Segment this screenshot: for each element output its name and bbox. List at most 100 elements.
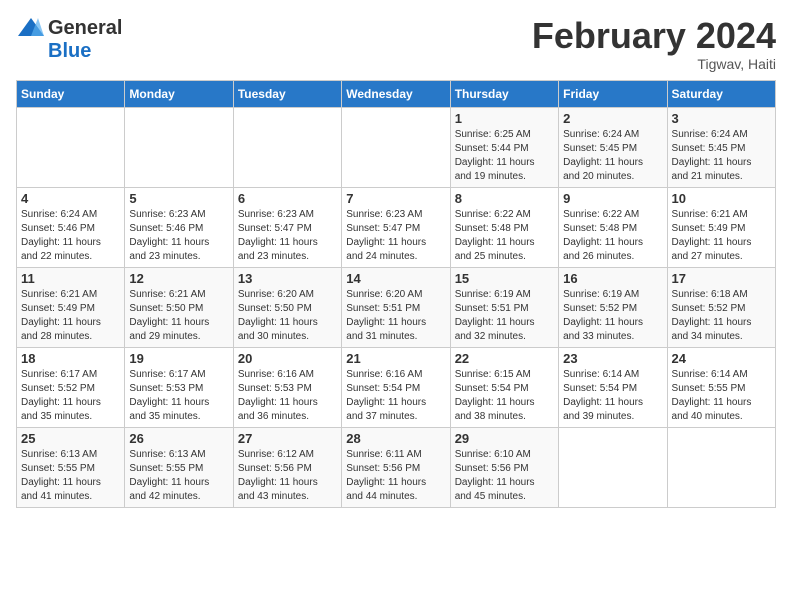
day-info: Sunrise: 6:21 AM Sunset: 5:50 PM Dayligh… xyxy=(129,288,228,344)
day-number: 26 xyxy=(129,431,228,446)
calendar-cell xyxy=(342,107,450,187)
calendar-cell: 16 Sunrise: 6:19 AM Sunset: 5:52 PM Dayli… xyxy=(559,267,667,347)
day-number: 13 xyxy=(238,271,337,286)
calendar-cell: 9 Sunrise: 6:22 AM Sunset: 5:48 PM Daylig… xyxy=(559,187,667,267)
day-number: 5 xyxy=(129,191,228,206)
day-number: 17 xyxy=(672,271,771,286)
day-number: 11 xyxy=(21,271,120,286)
calendar-cell xyxy=(667,427,775,507)
day-number: 10 xyxy=(672,191,771,206)
calendar-cell: 2 Sunrise: 6:24 AM Sunset: 5:45 PM Daylig… xyxy=(559,107,667,187)
day-number: 7 xyxy=(346,191,445,206)
day-info: Sunrise: 6:14 AM Sunset: 5:55 PM Dayligh… xyxy=(672,368,771,424)
calendar-cell: 6Sunrise: 6:23 AM Sunset: 5:47 PM Daylig… xyxy=(233,187,341,267)
calendar-cell: 18 Sunrise: 6:17 AM Sunset: 5:52 PM Dayli… xyxy=(17,347,125,427)
day-info: Sunrise: 6:22 AM Sunset: 5:48 PM Dayligh… xyxy=(563,208,662,264)
day-number: 20 xyxy=(238,351,337,366)
day-info: Sunrise: 6:20 AM Sunset: 5:51 PM Dayligh… xyxy=(346,288,445,344)
day-info: Sunrise: 6:17 AM Sunset: 5:52 PM Dayligh… xyxy=(21,368,120,424)
calendar-cell: 26 Sunrise: 6:13 AM Sunset: 5:55 PM Dayli… xyxy=(125,427,233,507)
calendar-cell: 27 Sunrise: 6:12 AM Sunset: 5:56 PM Dayli… xyxy=(233,427,341,507)
day-number: 18 xyxy=(21,351,120,366)
day-info: Sunrise: 6:22 AM Sunset: 5:48 PM Dayligh… xyxy=(455,208,554,264)
logo-icon xyxy=(16,16,46,40)
day-info: Sunrise: 6:13 AM Sunset: 5:55 PM Dayligh… xyxy=(129,448,228,504)
day-number: 25 xyxy=(21,431,120,446)
month-title: February 2024 xyxy=(532,16,776,56)
calendar-cell: 11 Sunrise: 6:21 AM Sunset: 5:49 PM Dayli… xyxy=(17,267,125,347)
calendar-cell: 10 Sunrise: 6:21 AM Sunset: 5:49 PM Dayli… xyxy=(667,187,775,267)
day-info: Sunrise: 6:23 AM Sunset: 5:46 PM Dayligh… xyxy=(129,208,228,264)
col-header-sunday: Sunday xyxy=(17,80,125,107)
day-info: Sunrise: 6:21 AM Sunset: 5:49 PM Dayligh… xyxy=(672,208,771,264)
day-number: 1 xyxy=(455,111,554,126)
col-header-thursday: Thursday xyxy=(450,80,558,107)
day-info: Sunrise: 6:14 AM Sunset: 5:54 PM Dayligh… xyxy=(563,368,662,424)
day-number: 21 xyxy=(346,351,445,366)
logo-general-text: General xyxy=(48,17,122,40)
calendar-cell: 25 Sunrise: 6:13 AM Sunset: 5:55 PM Dayli… xyxy=(17,427,125,507)
day-number: 22 xyxy=(455,351,554,366)
calendar-cell: 17 Sunrise: 6:18 AM Sunset: 5:52 PM Dayli… xyxy=(667,267,775,347)
col-header-tuesday: Tuesday xyxy=(233,80,341,107)
calendar-cell: 7 Sunrise: 6:23 AM Sunset: 5:47 PM Daylig… xyxy=(342,187,450,267)
day-number: 29 xyxy=(455,431,554,446)
day-number: 8 xyxy=(455,191,554,206)
calendar-cell: 3Sunrise: 6:24 AM Sunset: 5:45 PM Daylig… xyxy=(667,107,775,187)
calendar-cell: 1 Sunrise: 6:25 AM Sunset: 5:44 PM Daylig… xyxy=(450,107,558,187)
day-info: Sunrise: 6:25 AM Sunset: 5:44 PM Dayligh… xyxy=(455,128,554,184)
day-info: Sunrise: 6:18 AM Sunset: 5:52 PM Dayligh… xyxy=(672,288,771,344)
day-number: 24 xyxy=(672,351,771,366)
col-header-saturday: Saturday xyxy=(667,80,775,107)
col-header-friday: Friday xyxy=(559,80,667,107)
calendar-cell: 20 Sunrise: 6:16 AM Sunset: 5:53 PM Dayli… xyxy=(233,347,341,427)
day-info: Sunrise: 6:13 AM Sunset: 5:55 PM Dayligh… xyxy=(21,448,120,504)
page-header: General Blue February 2024 Tigwav, Haiti xyxy=(16,16,776,72)
calendar-cell xyxy=(17,107,125,187)
calendar-cell: 19 Sunrise: 6:17 AM Sunset: 5:53 PM Dayli… xyxy=(125,347,233,427)
day-info: Sunrise: 6:19 AM Sunset: 5:51 PM Dayligh… xyxy=(455,288,554,344)
calendar-cell: 12 Sunrise: 6:21 AM Sunset: 5:50 PM Dayli… xyxy=(125,267,233,347)
day-info: Sunrise: 6:19 AM Sunset: 5:52 PM Dayligh… xyxy=(563,288,662,344)
col-header-wednesday: Wednesday xyxy=(342,80,450,107)
calendar-cell: 15 Sunrise: 6:19 AM Sunset: 5:51 PM Dayli… xyxy=(450,267,558,347)
calendar-cell xyxy=(559,427,667,507)
day-number: 19 xyxy=(129,351,228,366)
calendar-cell: 29 Sunrise: 6:10 AM Sunset: 5:56 PM Dayli… xyxy=(450,427,558,507)
day-info: Sunrise: 6:12 AM Sunset: 5:56 PM Dayligh… xyxy=(238,448,337,504)
day-number: 4 xyxy=(21,191,120,206)
day-info: Sunrise: 6:23 AM Sunset: 5:47 PM Dayligh… xyxy=(346,208,445,264)
logo-blue-text: Blue xyxy=(48,40,91,63)
title-block: February 2024 Tigwav, Haiti xyxy=(532,16,776,72)
day-info: Sunrise: 6:24 AM Sunset: 5:45 PM Dayligh… xyxy=(563,128,662,184)
day-number: 23 xyxy=(563,351,662,366)
day-number: 2 xyxy=(563,111,662,126)
col-header-monday: Monday xyxy=(125,80,233,107)
calendar-table: SundayMondayTuesdayWednesdayThursdayFrid… xyxy=(16,80,776,508)
calendar-cell xyxy=(233,107,341,187)
day-number: 16 xyxy=(563,271,662,286)
day-number: 14 xyxy=(346,271,445,286)
day-info: Sunrise: 6:17 AM Sunset: 5:53 PM Dayligh… xyxy=(129,368,228,424)
day-info: Sunrise: 6:24 AM Sunset: 5:45 PM Dayligh… xyxy=(672,128,771,184)
day-number: 12 xyxy=(129,271,228,286)
calendar-cell: 4Sunrise: 6:24 AM Sunset: 5:46 PM Daylig… xyxy=(17,187,125,267)
day-number: 9 xyxy=(563,191,662,206)
calendar-cell: 24 Sunrise: 6:14 AM Sunset: 5:55 PM Dayli… xyxy=(667,347,775,427)
day-number: 15 xyxy=(455,271,554,286)
calendar-cell xyxy=(125,107,233,187)
day-info: Sunrise: 6:16 AM Sunset: 5:53 PM Dayligh… xyxy=(238,368,337,424)
calendar-cell: 28 Sunrise: 6:11 AM Sunset: 5:56 PM Dayli… xyxy=(342,427,450,507)
calendar-cell: 21 Sunrise: 6:16 AM Sunset: 5:54 PM Dayli… xyxy=(342,347,450,427)
calendar-cell: 23 Sunrise: 6:14 AM Sunset: 5:54 PM Dayli… xyxy=(559,347,667,427)
day-number: 27 xyxy=(238,431,337,446)
day-info: Sunrise: 6:21 AM Sunset: 5:49 PM Dayligh… xyxy=(21,288,120,344)
day-info: Sunrise: 6:11 AM Sunset: 5:56 PM Dayligh… xyxy=(346,448,445,504)
day-number: 6 xyxy=(238,191,337,206)
day-info: Sunrise: 6:10 AM Sunset: 5:56 PM Dayligh… xyxy=(455,448,554,504)
day-info: Sunrise: 6:15 AM Sunset: 5:54 PM Dayligh… xyxy=(455,368,554,424)
day-number: 28 xyxy=(346,431,445,446)
calendar-cell: 5 Sunrise: 6:23 AM Sunset: 5:46 PM Daylig… xyxy=(125,187,233,267)
logo: General Blue xyxy=(16,16,122,63)
day-info: Sunrise: 6:16 AM Sunset: 5:54 PM Dayligh… xyxy=(346,368,445,424)
